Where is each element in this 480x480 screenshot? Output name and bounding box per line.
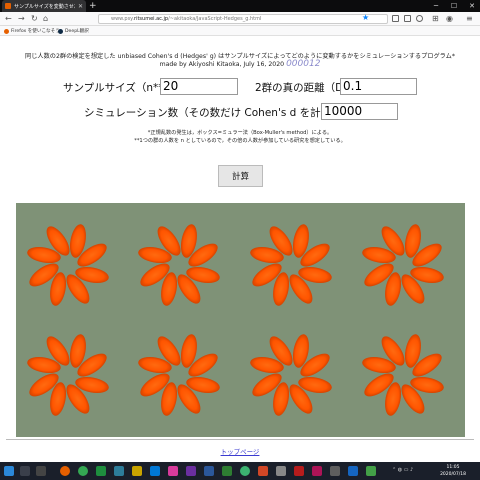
divider: [6, 439, 474, 440]
account-icon[interactable]: [416, 15, 423, 22]
bookmark-label: Firefox を使いこなそう: [11, 29, 60, 34]
new-tab-button[interactable]: +: [89, 0, 97, 12]
app-taskbar-icon[interactable]: [348, 466, 358, 476]
chrome-taskbar-icon[interactable]: [78, 466, 88, 476]
sidebar-icon[interactable]: [404, 15, 411, 22]
bookmarks-toolbar: Firefox を使いこなそう DeepL翻訳: [0, 26, 480, 36]
bookmark-star-icon[interactable]: ★: [362, 13, 369, 22]
distance-label: 2群の真の距離（D）: [255, 82, 354, 94]
search-icon[interactable]: [20, 466, 30, 476]
note-box-muller: *正規乱数の発生は，ボックス=ミュラー法（Box-Muller's method…: [147, 130, 333, 136]
back-icon[interactable]: ←: [5, 13, 12, 25]
menu-icon[interactable]: ≡: [466, 13, 473, 25]
powerpoint-taskbar-icon[interactable]: [258, 466, 268, 476]
credit: made by Akiyoshi Kitaoka, July 16, 2020: [159, 61, 285, 68]
close-window-icon[interactable]: ✕: [464, 0, 480, 12]
app-taskbar-icon[interactable]: [168, 466, 178, 476]
start-icon[interactable]: [4, 466, 14, 476]
app-taskbar-icon[interactable]: [222, 466, 232, 476]
navigation-bar: ← → ↻ ⌂ 🔒︎ www.psy.ritsumei.ac.jp/~akita…: [0, 12, 480, 26]
tab-favicon-icon: [5, 3, 11, 9]
screenshot-icon[interactable]: ⊞: [432, 13, 439, 25]
tab-title: サンプルサイズを変動させた Cohen's d の...: [14, 3, 75, 10]
url-path: /~akitaoka/JavaScript-Hedges_g.html: [168, 16, 262, 22]
app-taskbar-icon[interactable]: [294, 466, 304, 476]
distance-input[interactable]: 0.1: [340, 78, 417, 95]
minimize-icon[interactable]: ─: [428, 0, 444, 12]
app-taskbar-icon[interactable]: [150, 466, 160, 476]
reload-icon[interactable]: ↻: [31, 13, 38, 25]
app-taskbar-icon[interactable]: [366, 466, 376, 476]
clock-date: 2020/07/18: [440, 472, 466, 477]
library-icon[interactable]: [392, 15, 399, 22]
browser-tab[interactable]: サンプルサイズを変動させた Cohen's d の... ✕: [2, 0, 86, 12]
app-taskbar-icon[interactable]: [186, 466, 196, 476]
firefox-icon: [4, 28, 9, 34]
line-taskbar-icon[interactable]: [240, 466, 250, 476]
firefox-taskbar-icon[interactable]: [60, 466, 70, 476]
bookmark-label: DeepL翻訳: [65, 29, 89, 34]
sample-size-label: サンプルサイズ（n**）: [63, 82, 175, 94]
windows-taskbar: ⌃ ◍ ▭ ♪ 11:05 2020/07/18: [0, 462, 480, 480]
folder-taskbar-icon[interactable]: [132, 466, 142, 476]
sample-size-input[interactable]: 20: [160, 78, 238, 95]
url-host: ritsumei.ac.jp: [134, 16, 169, 22]
calculate-button[interactable]: 計算: [218, 165, 263, 187]
clock-time: 11:05: [446, 465, 460, 470]
app-taskbar-icon[interactable]: [312, 466, 322, 476]
app-taskbar-icon[interactable]: [330, 466, 340, 476]
browser-titlebar: サンプルサイズを変動させた Cohen's d の... ✕ + ─ ☐ ✕: [0, 0, 480, 12]
system-tray[interactable]: ⌃ ◍ ▭ ♪: [392, 467, 413, 473]
tab-close-icon[interactable]: ✕: [78, 3, 83, 10]
deepl-icon: [58, 28, 63, 34]
maximize-icon[interactable]: ☐: [446, 0, 462, 12]
app-taskbar-icon[interactable]: [276, 466, 286, 476]
simulations-input[interactable]: 10000: [321, 103, 398, 120]
url-bar[interactable]: www.psy.ritsumei.ac.jp/~akitaoka/JavaScr…: [98, 14, 388, 24]
credit-line: made by Akiyoshi Kitaoka, July 16, 2020 …: [0, 59, 480, 69]
bookmark-firefox[interactable]: Firefox を使いこなそう: [4, 28, 60, 34]
taskbar-clock[interactable]: 11:05 2020/07/18: [440, 464, 466, 478]
forward-icon[interactable]: →: [18, 13, 25, 25]
note-group-size: **1つの群の人数を n としているので，その倍の人数が参加している研究を想定し…: [134, 138, 346, 144]
app-taskbar-icon[interactable]: [114, 466, 124, 476]
flower-illusion-image: [16, 203, 465, 437]
bookmark-deepl[interactable]: DeepL翻訳: [58, 28, 89, 34]
url-prefix: www.psy.: [111, 16, 135, 22]
home-icon[interactable]: ⌂: [43, 13, 48, 25]
app-taskbar-icon[interactable]: [96, 466, 106, 476]
task-view-icon[interactable]: [36, 466, 46, 476]
word-taskbar-icon[interactable]: [204, 466, 214, 476]
top-page-link[interactable]: トップページ: [0, 446, 480, 456]
extension-icon[interactable]: ◉: [446, 13, 453, 25]
access-counter: 000012: [286, 59, 321, 69]
